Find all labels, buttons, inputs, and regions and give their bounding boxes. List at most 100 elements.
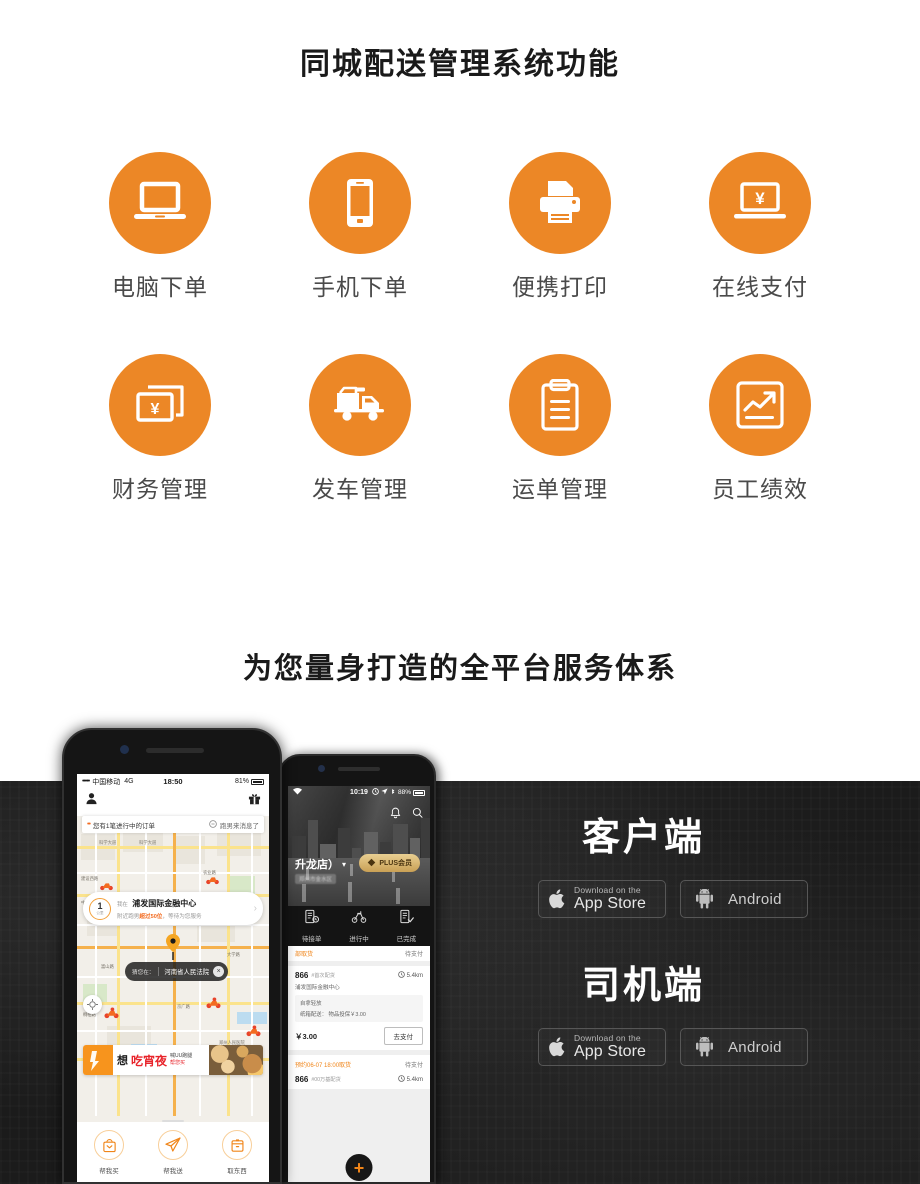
- order-price: ￥3.00: [295, 1031, 318, 1041]
- android-button-driver[interactable]: Android: [680, 1028, 808, 1066]
- order-note-line: 自拿轻放: [300, 1001, 322, 1007]
- appstore-small-label: Download on the: [574, 1032, 641, 1043]
- platform-block-driver: 司机端 Download on the App Store Android: [520, 967, 920, 1066]
- order-row-partial[interactable]: 部取货 待支付: [288, 946, 430, 961]
- android-icon: [695, 889, 714, 909]
- platform-title: 司机端: [582, 965, 706, 1007]
- rider-marker-icon: [103, 1006, 120, 1019]
- feature-item-dispatch[interactable]: 发车管理: [260, 354, 460, 501]
- promo-banner[interactable]: 想 吃宵夜 喊UU跑腿 帮您买: [83, 1045, 263, 1075]
- order-row[interactable]: 866 #首次配货 5.4km 浦发国际金融中心 自拿轻放 纸箱配送： 物品投保…: [288, 966, 430, 1050]
- order-address: 浦发国际金融中心: [295, 985, 340, 991]
- tip-label: 猜您在：: [132, 969, 155, 976]
- clipboard-icon: [509, 354, 611, 456]
- feature-item-mobile-order[interactable]: 手机下单: [260, 152, 460, 299]
- laptop-icon: [109, 152, 211, 254]
- bell-icon[interactable]: [390, 806, 401, 824]
- rider-marker-icon: [205, 996, 222, 1009]
- page-title-features: 同城配送管理系统功能: [300, 48, 620, 81]
- plus-icon: +: [353, 1157, 365, 1178]
- battery-icon: [413, 789, 425, 796]
- clock-icon: [397, 971, 405, 980]
- search-icon[interactable]: [412, 806, 423, 824]
- apple-icon: [549, 1037, 566, 1057]
- diamond-icon: [367, 858, 376, 869]
- feature-item-computer-order[interactable]: 电脑下单: [60, 152, 260, 299]
- box-icon: [222, 1130, 252, 1160]
- tab-completed[interactable]: 已完成: [383, 906, 430, 946]
- apple-icon: [549, 889, 566, 909]
- card-sub-suffix: ，等待为您服务: [162, 913, 202, 920]
- action-label: 帮我买: [99, 1168, 119, 1175]
- appstore-button-customer[interactable]: Download on the App Store: [538, 880, 666, 918]
- close-icon[interactable]: ×: [213, 966, 225, 977]
- distance-value: 1: [97, 900, 103, 911]
- svg-text:¥: ¥: [755, 189, 765, 208]
- store-buttons-customer: Download on the App Store Android: [520, 880, 920, 918]
- driver-order-list[interactable]: 部取货 待支付 866 #首次配货 5.4km 浦发国际金融中心 自拿轻放 纸箱…: [288, 946, 430, 1182]
- android-label: Android: [728, 1038, 782, 1056]
- driver-shop-selector[interactable]: 升龙店） ▾: [295, 856, 346, 872]
- nearby-rider-card[interactable]: 1 公里 我在 浦发国际金融中心 附近跑男超过50位，等待为您服务 ›: [83, 892, 263, 925]
- feature-item-online-payment[interactable]: ¥ 在线支付: [660, 152, 860, 299]
- feature-grid: 电脑下单 手机下单 便携打印 ¥ 在线支付 ¥ 财务管理 发车管理 运单管理 员…: [60, 152, 860, 501]
- action-label: 帮我送: [163, 1168, 183, 1175]
- guessed-location-tip[interactable]: 猜您在： 河南省人民法院 ×: [125, 962, 229, 981]
- battery-icon: [251, 778, 264, 785]
- card-sub-count: 超过50位: [139, 913, 163, 920]
- tab-in-progress[interactable]: 进行中: [335, 906, 382, 946]
- front-camera-icon: [120, 745, 129, 754]
- appstore-big-label: App Store: [574, 895, 647, 913]
- message-icon: [209, 819, 217, 830]
- action-send-for-me[interactable]: 帮我送: [141, 1130, 205, 1182]
- earpiece-speaker: [146, 748, 204, 753]
- driver-tab-bar: 待接单 进行中 已完成: [288, 906, 430, 946]
- dots-icon: ••: [87, 821, 91, 828]
- trend-chart-icon: [709, 354, 811, 456]
- order-scheduled-time: 预约06-07 18:00取货: [295, 1063, 352, 1069]
- order-row[interactable]: 预约06-07 18:00取货 待支付 866 #00万基配货 5.4km: [288, 1055, 430, 1089]
- notice-text: 您有1笔进行中的订单: [92, 822, 156, 830]
- distance-badge: 1 公里: [89, 897, 111, 920]
- card-prefix: 我在: [117, 901, 128, 908]
- platform-title: 客户端: [582, 817, 706, 859]
- phone-screen-customer: ••••• 中国移动 4G 18:50 81% •• 您有1笔进行中的订单 跑男…: [77, 774, 269, 1182]
- order-cut-label: 部取货: [295, 952, 314, 958]
- phone-mockup-driver: 10:19 88% 升龙店） ▾ 郑州市金水区 PLUS会员 待接单 进行中 已…: [278, 754, 436, 1184]
- bottom-sheet-handle[interactable]: [162, 1120, 184, 1122]
- feature-label: 发车管理: [312, 476, 408, 502]
- tab-label: 待接单: [301, 936, 322, 943]
- android-button-customer[interactable]: Android: [680, 880, 808, 918]
- customer-nav-bar: [77, 789, 269, 813]
- ongoing-order-notice[interactable]: •• 您有1笔进行中的订单 跑男来消息了: [82, 816, 264, 833]
- order-state: 待支付: [404, 952, 423, 958]
- tab-pending-orders[interactable]: 待接单: [288, 906, 335, 946]
- map-label: 京广路: [177, 1004, 190, 1009]
- map-label: 嵩山路: [101, 964, 114, 969]
- promo-line-1: 喊UU跑腿: [170, 1053, 193, 1060]
- scooter-icon: [351, 909, 367, 929]
- order-title: 866: [295, 1075, 309, 1084]
- customer-quick-actions: 帮我买 帮我送 取东西: [77, 1122, 269, 1182]
- phone-bezel-top: [280, 756, 434, 786]
- tip-value: 河南省人民法院: [158, 967, 209, 976]
- order-distance: 5.4km: [406, 1076, 423, 1083]
- action-buy-for-me[interactable]: 帮我买: [77, 1130, 141, 1182]
- map-label: 大学路: [227, 952, 240, 957]
- distance-unit: 公里: [96, 910, 104, 915]
- add-order-fab[interactable]: +: [345, 1154, 373, 1181]
- gift-icon[interactable]: [248, 792, 261, 810]
- appstore-button-driver[interactable]: Download on the App Store: [538, 1028, 666, 1066]
- feature-item-finance[interactable]: ¥ 财务管理: [60, 354, 260, 501]
- recenter-location-button[interactable]: [83, 995, 102, 1014]
- order-pay-button[interactable]: 去支付: [383, 1027, 423, 1045]
- feature-item-performance[interactable]: 员工绩效: [660, 354, 860, 501]
- feature-label: 在线支付: [712, 274, 808, 300]
- action-pickup[interactable]: 取东西: [205, 1130, 269, 1182]
- feature-item-waybill[interactable]: 运单管理: [460, 354, 660, 501]
- customer-status-bar: ••••• 中国移动 4G 18:50 81%: [77, 774, 269, 789]
- plus-member-badge[interactable]: PLUS会员: [359, 854, 420, 872]
- user-profile-icon[interactable]: [85, 792, 98, 810]
- platform-block-customer: 客户端 Download on the App Store Android: [520, 819, 920, 918]
- feature-item-portable-print[interactable]: 便携打印: [460, 152, 660, 299]
